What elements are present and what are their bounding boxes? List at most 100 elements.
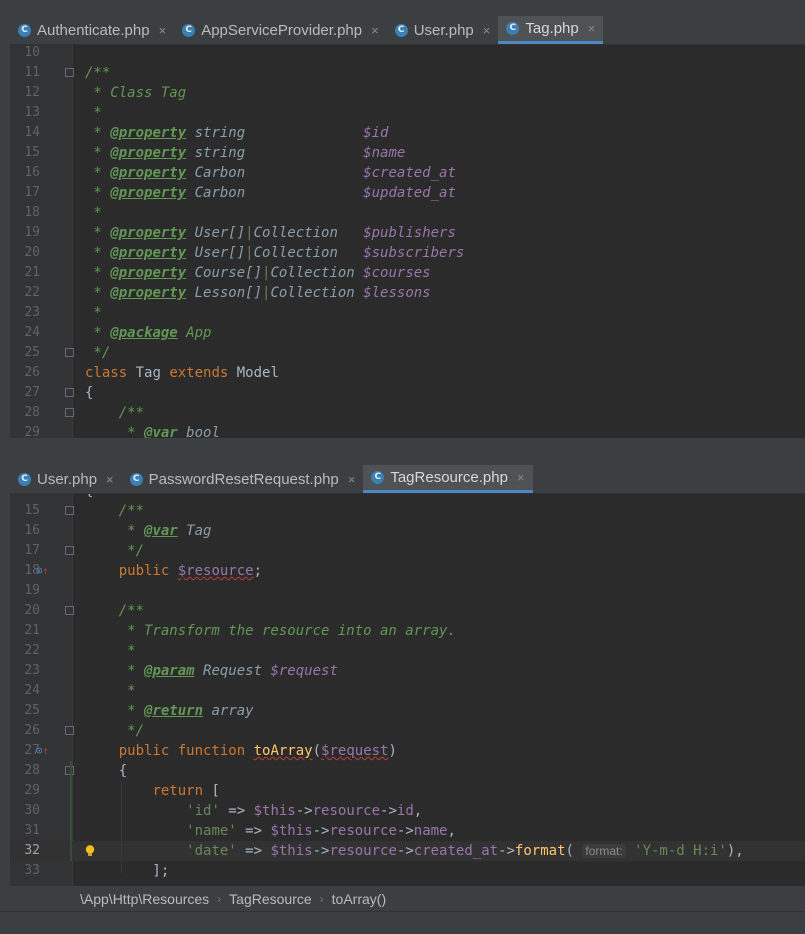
code-line[interactable]: 26 */ bbox=[10, 721, 805, 741]
implements-icon: ⊙ bbox=[36, 744, 43, 757]
override-marker-icon[interactable]: ⊙↑ bbox=[36, 561, 52, 581]
override-marker-icon[interactable]: ⊙↑ bbox=[36, 741, 52, 761]
line-number: 28 bbox=[24, 763, 40, 778]
code-text: * @property Carbon $created_at bbox=[85, 165, 456, 181]
bottom-editor-pane[interactable]: 14{15 /**16 * @var Tag17 */18 public $re… bbox=[10, 494, 805, 886]
code-line[interactable]: 23 * bbox=[10, 303, 805, 323]
code-line[interactable]: 31 'name' => $this->resource->name, bbox=[10, 821, 805, 841]
line-number: 29 bbox=[24, 783, 40, 798]
fold-marker-icon[interactable] bbox=[65, 348, 74, 357]
code-line[interactable]: 15 /** bbox=[10, 501, 805, 521]
line-number: 16 bbox=[24, 165, 40, 180]
code-line[interactable]: 17 */ bbox=[10, 541, 805, 561]
code-line[interactable]: 21 * @property Course[]|Collection $cour… bbox=[10, 263, 805, 283]
close-icon[interactable]: × bbox=[517, 470, 525, 485]
line-number: 22 bbox=[24, 285, 40, 300]
code-line[interactable]: 18 * bbox=[10, 203, 805, 223]
code-line[interactable]: 26 class Tag extends Model bbox=[10, 363, 805, 383]
fold-marker-icon[interactable] bbox=[65, 388, 74, 397]
fold-marker-icon[interactable] bbox=[65, 506, 74, 515]
code-line[interactable]: 24 * @package App bbox=[10, 323, 805, 343]
code-text: * Transform the resource into an array. bbox=[85, 623, 456, 639]
tab-passwordresetrequest-php[interactable]: C PasswordResetRequest.php × bbox=[122, 465, 364, 493]
code-line[interactable]: 23 * @param Request $request bbox=[10, 661, 805, 681]
close-icon[interactable]: × bbox=[106, 472, 114, 487]
indent-guide bbox=[121, 781, 122, 873]
code-line[interactable]: 25 * @return array bbox=[10, 701, 805, 721]
code-text: 'name' => $this->resource->name, bbox=[186, 823, 456, 839]
code-line[interactable]: 20 * @property User[]|Collection $subscr… bbox=[10, 243, 805, 263]
line-number: 24 bbox=[24, 325, 40, 340]
tab-authenticate-php[interactable]: C Authenticate.php × bbox=[10, 16, 174, 44]
code-line[interactable]: 12 * Class Tag bbox=[10, 83, 805, 103]
line-number: 25 bbox=[24, 703, 40, 718]
code-line[interactable]: 20 /** bbox=[10, 601, 805, 621]
code-line[interactable]: 29 * @var bool bbox=[10, 423, 805, 438]
code-line[interactable]: 10 bbox=[10, 45, 805, 63]
code-text: */ bbox=[85, 543, 145, 559]
code-text: class Tag extends Model bbox=[85, 365, 279, 381]
line-number: 17 bbox=[24, 543, 40, 558]
fold-marker-icon[interactable] bbox=[65, 546, 74, 555]
top-editor-pane[interactable]: 10 11/** 12 * Class Tag 13 * 14 * @property … bbox=[10, 45, 805, 438]
fold-marker-icon[interactable] bbox=[65, 408, 74, 417]
code-line[interactable]: 22 * @property Lesson[]|Collection $less… bbox=[10, 283, 805, 303]
close-icon[interactable]: × bbox=[371, 23, 379, 38]
code-line[interactable]: 28 /** bbox=[10, 403, 805, 423]
fold-marker-icon[interactable] bbox=[65, 726, 74, 735]
code-text: * bbox=[85, 305, 102, 321]
code-line[interactable]: 16 * @var Tag bbox=[10, 521, 805, 541]
code-line[interactable]: 11 /** bbox=[10, 63, 805, 83]
breadcrumb-item[interactable]: TagResource bbox=[229, 891, 312, 907]
code-line[interactable]: 21 * Transform the resource into an arra… bbox=[10, 621, 805, 641]
code-line[interactable]: 19 bbox=[10, 581, 805, 601]
code-line[interactable]: 24 * bbox=[10, 681, 805, 701]
close-icon[interactable]: × bbox=[159, 23, 167, 38]
code-text: /** bbox=[118, 503, 145, 519]
code-line[interactable]: 16 * @property Carbon $created_at bbox=[10, 163, 805, 183]
code-line[interactable]: 29 return [ bbox=[10, 781, 805, 801]
code-line[interactable]: 32 'date' => $this->resource->created_at… bbox=[10, 841, 805, 861]
code-line[interactable]: 30 'id' => $this->resource->id, bbox=[10, 801, 805, 821]
code-line[interactable]: 18 public $resource; ⊙↑ bbox=[10, 561, 805, 581]
code-line[interactable]: 13 * bbox=[10, 103, 805, 123]
tab-appserviceprovider-php[interactable]: C AppServiceProvider.php × bbox=[174, 16, 387, 44]
pane-divider[interactable] bbox=[10, 438, 805, 465]
code-text: * @var Tag bbox=[85, 523, 212, 539]
fold-marker-icon[interactable] bbox=[65, 68, 74, 77]
arrow-up-icon: ↑ bbox=[42, 746, 49, 757]
code-line[interactable]: 28 { bbox=[10, 761, 805, 781]
code-line[interactable]: 19 * @property User[]|Collection $publis… bbox=[10, 223, 805, 243]
intention-bulb-icon[interactable] bbox=[85, 845, 95, 857]
breadcrumb: \App\Http\Resources › TagResource › toArray(… bbox=[10, 886, 805, 911]
code-text: public $resource; bbox=[118, 563, 263, 579]
status-bar bbox=[0, 911, 805, 934]
code-line[interactable]: 27 public function toArray($request) ⊙↑ bbox=[10, 741, 805, 761]
close-icon[interactable]: × bbox=[588, 21, 596, 36]
fold-marker-icon[interactable] bbox=[65, 606, 74, 615]
breadcrumb-item[interactable]: toArray() bbox=[332, 891, 386, 907]
code-line[interactable]: 27 { bbox=[10, 383, 805, 403]
code-text: * @package App bbox=[85, 325, 212, 341]
tab-tagresource-php[interactable]: C TagResource.php × bbox=[363, 465, 533, 493]
code-line[interactable]: 14 { bbox=[10, 494, 805, 501]
code-line[interactable]: 25 */ bbox=[10, 343, 805, 363]
code-text: * @return array bbox=[85, 703, 254, 719]
tab-tag-php[interactable]: C Tag.php × bbox=[498, 16, 604, 44]
implements-icon: ⊙ bbox=[36, 564, 43, 577]
code-line[interactable]: 14 * @property string $id bbox=[10, 123, 805, 143]
code-text: * bbox=[85, 683, 136, 699]
breadcrumb-item[interactable]: \App\Http\Resources bbox=[80, 891, 209, 907]
code-line[interactable]: 17 * @property Carbon $updated_at bbox=[10, 183, 805, 203]
code-text: * bbox=[85, 105, 102, 121]
code-line[interactable]: 15 * @property string $name bbox=[10, 143, 805, 163]
close-icon[interactable]: × bbox=[483, 23, 491, 38]
close-icon[interactable]: × bbox=[348, 472, 356, 487]
code-text: ]; bbox=[85, 863, 170, 879]
tab-user-php[interactable]: C User.php × bbox=[387, 16, 499, 44]
line-number: 30 bbox=[24, 803, 40, 818]
code-line[interactable]: 33 ]; bbox=[10, 861, 805, 881]
code-text: * @property User[]|Collection $publisher… bbox=[85, 225, 456, 241]
code-line[interactable]: 22 * bbox=[10, 641, 805, 661]
tab-user-php[interactable]: C User.php × bbox=[10, 465, 122, 493]
